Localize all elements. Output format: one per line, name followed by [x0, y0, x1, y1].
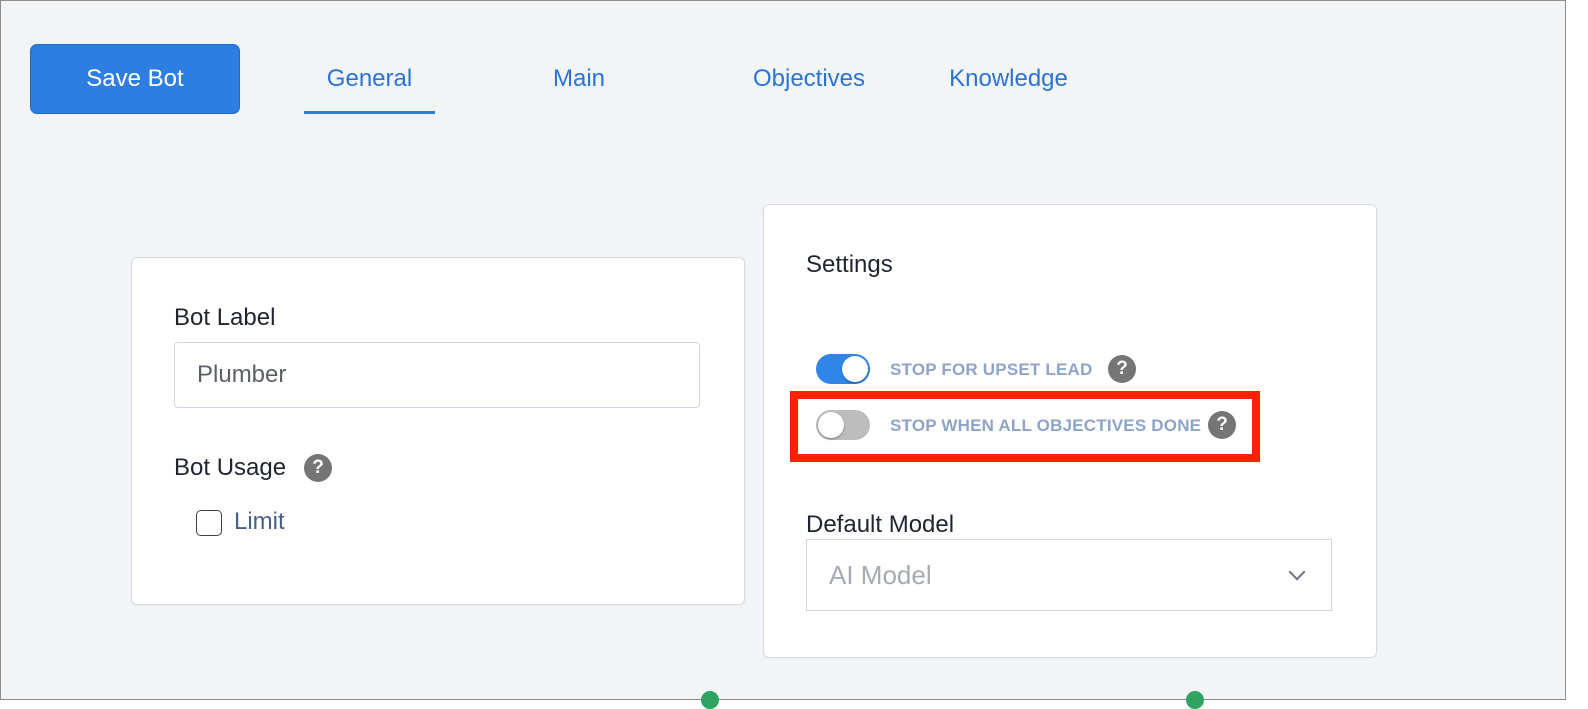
stop-for-upset-lead-toggle[interactable]	[816, 354, 870, 384]
tab-main-label: Main	[552, 65, 606, 92]
bot-usage-heading: Bot Usage	[174, 454, 287, 481]
tab-objectives-label: Objectives	[752, 65, 866, 92]
default-model-select[interactable]: AI Model	[806, 539, 1332, 611]
limit-label[interactable]: Limit	[234, 508, 285, 536]
upset-lead-help-icon[interactable]: ?	[1108, 355, 1136, 383]
stop-for-upset-lead-label: STOP FOR UPSET LEAD	[890, 360, 1093, 379]
bot-label-heading: Bot Label	[174, 304, 276, 331]
tab-objectives[interactable]: Objectives	[746, 59, 872, 99]
default-model-heading: Default Model	[806, 511, 955, 538]
tab-knowledge-label: Knowledge	[949, 65, 1068, 92]
general-card: Bot Label Plumber Bot Usage ? Limit	[131, 257, 745, 605]
settings-card: Settings STOP FOR UPSET LEAD ? STOP WHEN…	[763, 204, 1377, 658]
status-dot	[701, 691, 719, 709]
app-frame: Save Bot General Main Objectives Knowled…	[0, 0, 1566, 709]
bot-label-value: Plumber	[197, 361, 287, 388]
tab-general[interactable]: General	[304, 59, 435, 114]
tab-general-label: General	[326, 65, 413, 92]
chevron-down-icon	[1288, 563, 1306, 581]
stop-when-objectives-done-toggle[interactable]	[816, 410, 870, 440]
tab-knowledge[interactable]: Knowledge	[945, 59, 1072, 99]
status-dot	[1186, 691, 1204, 709]
save-bot-button[interactable]: Save Bot	[30, 44, 240, 114]
bot-label-input[interactable]: Plumber	[174, 342, 700, 408]
toggle-knob	[842, 356, 868, 382]
tab-main[interactable]: Main	[541, 59, 617, 99]
bot-usage-help-icon[interactable]: ?	[304, 454, 332, 482]
default-model-value: AI Model	[829, 559, 932, 590]
objectives-done-help-icon[interactable]: ?	[1208, 411, 1236, 439]
settings-title: Settings	[806, 251, 893, 278]
stop-when-objectives-done-label: STOP WHEN ALL OBJECTIVES DONE	[890, 416, 1202, 435]
toggle-knob	[818, 412, 844, 438]
limit-checkbox[interactable]	[196, 510, 222, 536]
